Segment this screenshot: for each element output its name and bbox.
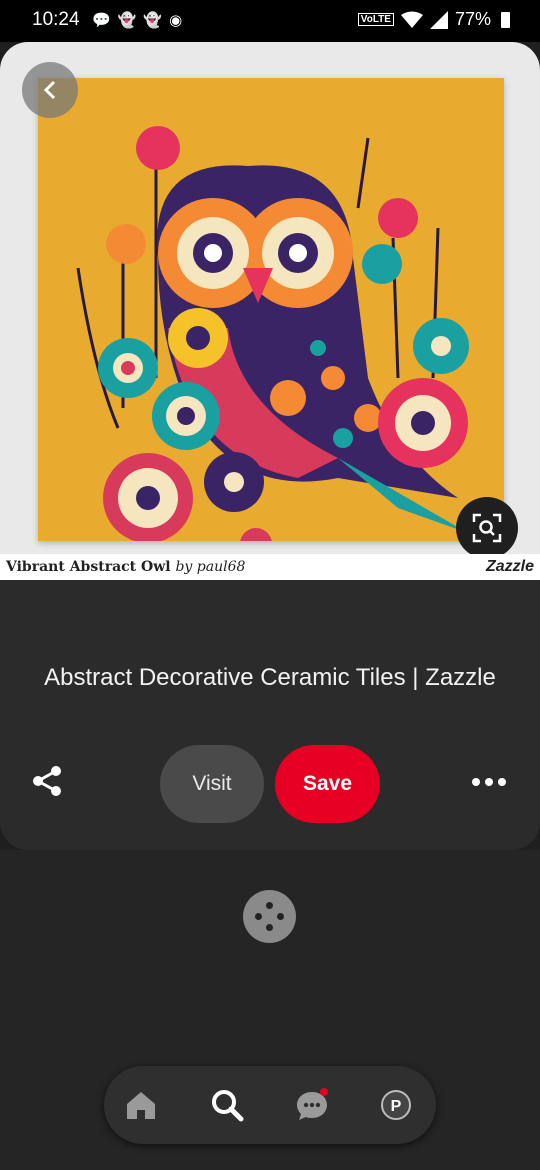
battery-icon (501, 11, 510, 28)
owl-illustration (76, 126, 469, 560)
share-icon[interactable] (30, 764, 64, 798)
wifi-icon (400, 11, 423, 28)
back-button[interactable] (22, 62, 78, 118)
notification-icons: 💬 👻 👻 ◉ (92, 11, 182, 29)
image-caption: Vibrant Abstract Owl by paul68 Zazzle (0, 554, 540, 580)
pin-image[interactable]: Vibrant Abstract Owl by paul68 Zazzle (0, 42, 540, 580)
home-icon[interactable] (124, 1088, 158, 1122)
product-name: Vibrant Abstract Owl by paul68 (6, 559, 246, 575)
profile-icon[interactable]: P (379, 1088, 413, 1122)
signal-icon (429, 10, 448, 29)
save-button[interactable]: Save (275, 745, 380, 823)
snapchat-icon: 👻 (117, 12, 137, 29)
messages-icon[interactable] (295, 1088, 329, 1122)
status-time: 10:24 (32, 9, 80, 30)
product-author: by paul68 (175, 559, 246, 575)
battery-percent: 77% (454, 9, 491, 29)
bottom-nav: P (104, 1066, 436, 1144)
pin-title: Abstract Decorative Ceramic Tiles | Zazz… (44, 664, 496, 691)
search-icon[interactable] (210, 1088, 244, 1122)
app-notification-icon: ◉ (169, 12, 183, 29)
visit-button[interactable]: Visit (160, 745, 264, 823)
lens-search-icon (472, 513, 502, 543)
chat-notification-icon: 💬 (92, 12, 111, 29)
owl-tile-image (38, 78, 504, 560)
snapchat-icon-2: 👻 (143, 12, 163, 29)
loading-icon (243, 890, 296, 943)
brand-logo: Zazzle (485, 558, 534, 575)
status-bar: 10:24 💬 👻 👻 ◉ VoLTE 77% (0, 0, 540, 42)
pin-card: Vibrant Abstract Owl by paul68 Zazzle Ab… (0, 42, 540, 850)
chevron-left-icon (43, 80, 56, 100)
volte-badge: VoLTE (357, 13, 394, 26)
more-options-icon[interactable] (466, 767, 512, 797)
profile-initial: P (391, 1098, 402, 1115)
visual-search-button[interactable] (456, 497, 518, 559)
